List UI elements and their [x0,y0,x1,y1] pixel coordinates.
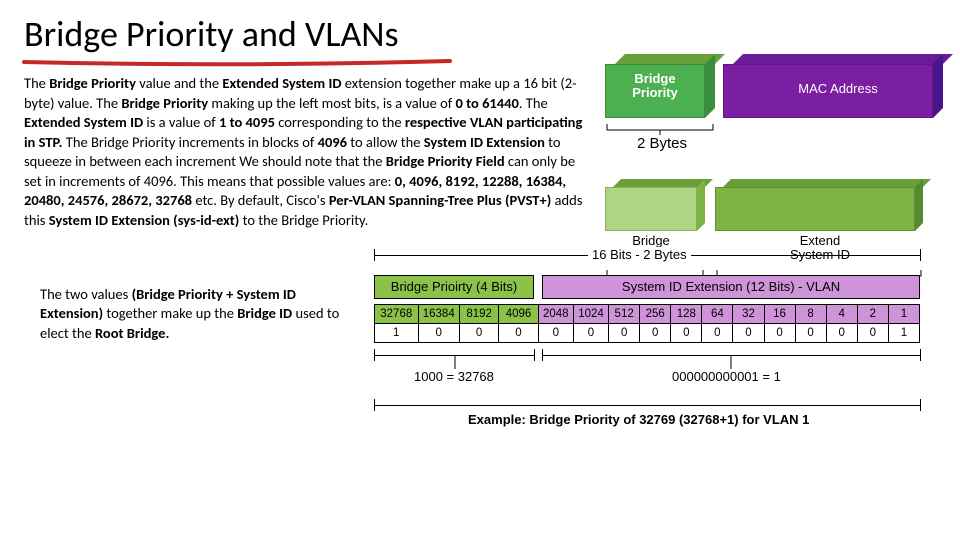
eq-left: 1000 = 32768 [410,369,498,384]
title-underline [22,58,452,64]
two-bytes-brace [605,122,715,136]
two-bytes-label: 2 Bytes [627,136,697,153]
mac-block-label: MAC Address [773,82,903,96]
value-row: 32768 16384 8192 4096 2048 1024 512 256 … [375,304,920,323]
dim-top-label: 16 Bits - 2 Bytes [588,247,691,262]
hdr-left: Bridge Prioirty (4 Bits) [374,275,534,299]
paragraph-2: The two values (Bridge Priority + System… [0,285,370,344]
eq-right: 000000000001 = 1 [668,369,785,384]
bits-row: 1 0 0 0 0 0 0 0 0 0 0 0 0 0 0 1 [375,323,920,342]
title-text: Bridge Priority and VLANs [24,12,399,56]
bp-block-label: Bridge Priority [611,72,699,101]
hdr-right: System ID Extension (12 Bits) - VLAN [542,275,920,299]
bit-diagram: 16 Bits - 2 Bytes Bridge Prioirty (4 Bit… [370,249,930,449]
paragraph-1: The Bridge Priority value and the Extend… [0,74,605,231]
example-label: Example: Bridge Priority of 32769 (32768… [468,412,809,427]
top-right-diagram: Bridge Priority MAC Address 2 Bytes Brid… [605,34,945,231]
bit-table: 32768 16384 8192 4096 2048 1024 512 256 … [374,304,920,343]
